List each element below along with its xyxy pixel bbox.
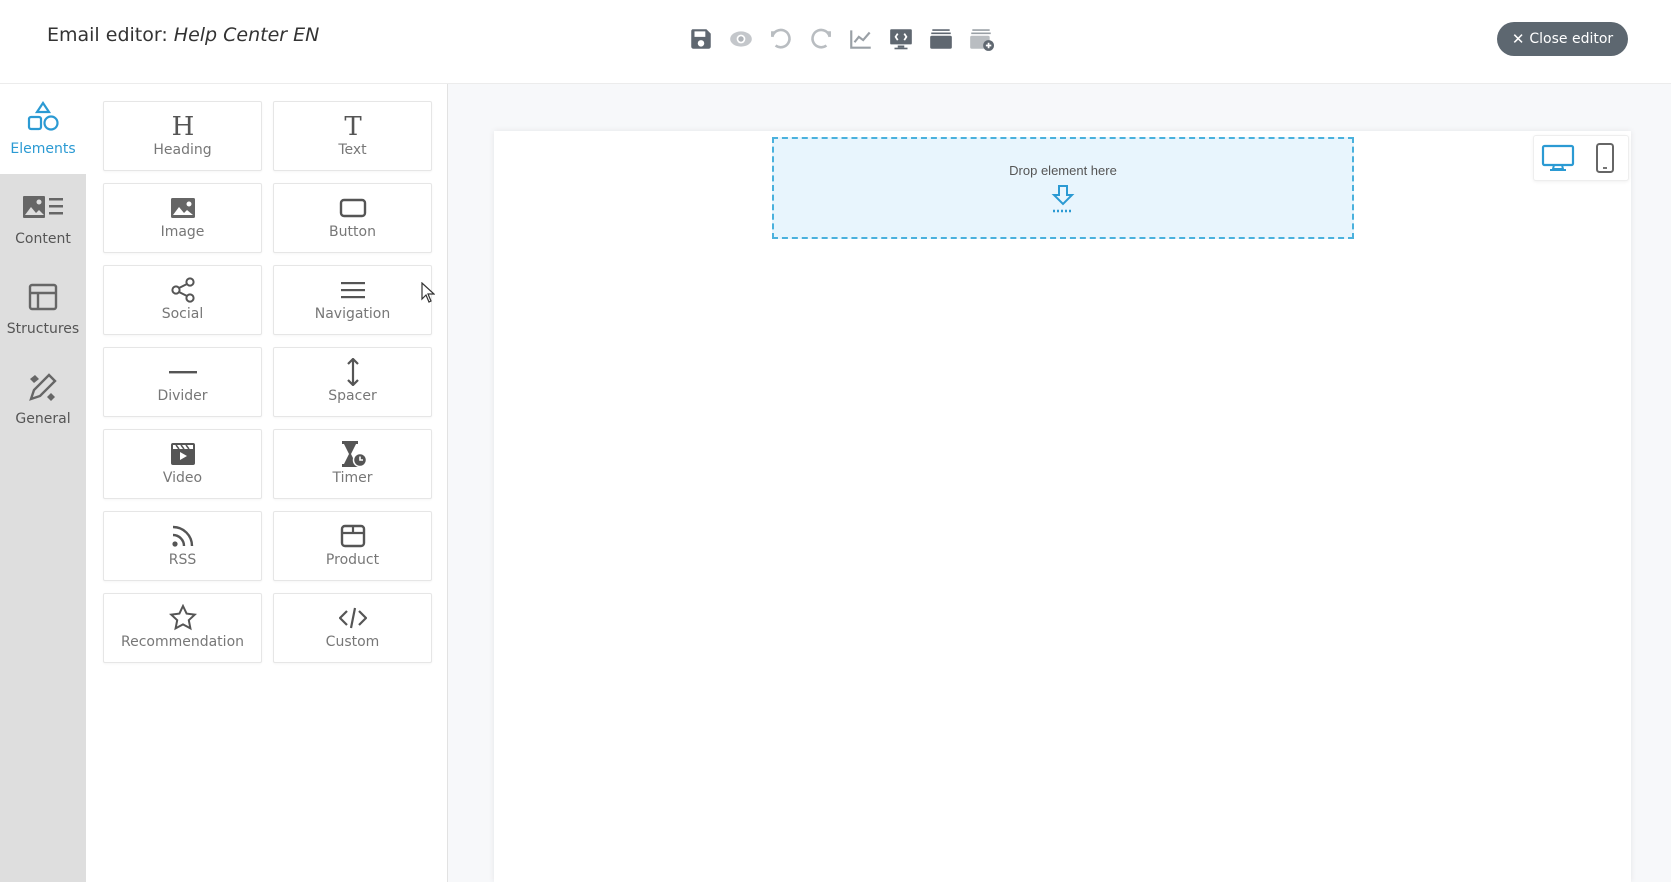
sidebar-item-label: Content [15, 231, 71, 247]
top-bar: Email editor: Help Center EN ✕ Close edi… [0, 0, 1671, 84]
tile-button[interactable]: Button [273, 183, 432, 253]
structures-icon [28, 283, 58, 311]
title-name: Help Center EN [173, 24, 320, 46]
tile-recommendation[interactable]: Recommendation [103, 593, 262, 663]
save-button[interactable] [681, 22, 721, 56]
page-title: Email editor: Help Center EN [47, 24, 319, 46]
tile-custom[interactable]: Custom [273, 593, 432, 663]
svg-text:T: T [344, 112, 362, 140]
tile-label: Spacer [328, 388, 377, 404]
button-icon [339, 198, 366, 218]
template-icon [930, 29, 952, 49]
undo-icon [771, 28, 791, 49]
tile-label: Heading [153, 142, 212, 158]
tile-label: Video [162, 470, 203, 486]
tile-label: Recommendation [120, 634, 245, 650]
tile-label: RSS [168, 552, 197, 568]
tile-video[interactable]: Video [103, 429, 262, 499]
tile-label: Button [329, 224, 376, 240]
drop-zone-label: Drop element here [1009, 163, 1117, 178]
device-switch [1533, 135, 1629, 181]
tile-label: Social [161, 306, 204, 322]
tile-label: Timer [332, 470, 373, 486]
product-icon [340, 524, 365, 548]
share-icon [170, 277, 195, 303]
redo-button[interactable] [801, 22, 841, 56]
tile-text[interactable]: T Text [273, 101, 432, 171]
sidebar-item-elements[interactable]: Elements [0, 84, 86, 174]
tile-label: Product [325, 552, 380, 568]
divider-icon [168, 371, 197, 374]
timer-icon [341, 441, 367, 468]
tile-rss[interactable]: RSS [103, 511, 262, 581]
content-icon [23, 196, 63, 218]
tile-label: Custom [325, 634, 380, 650]
mouse-cursor-icon [421, 282, 435, 303]
tile-divider[interactable]: Divider [103, 347, 262, 417]
general-icon [29, 373, 57, 401]
desktop-icon [1541, 144, 1574, 171]
tile-product[interactable]: Product [273, 511, 432, 581]
template-button[interactable] [921, 22, 961, 56]
toolbar [681, 22, 1001, 56]
tile-label: Divider [157, 388, 208, 404]
stats-icon [850, 30, 871, 49]
add-template-icon [970, 29, 994, 51]
text-icon: T [344, 112, 362, 140]
tile-navigation[interactable]: Navigation [273, 265, 432, 335]
close-icon: ✕ [1511, 30, 1525, 48]
tile-timer[interactable]: Timer [273, 429, 432, 499]
email-canvas [494, 131, 1631, 882]
mobile-view-button[interactable] [1581, 136, 1628, 180]
sidebar-item-structures[interactable]: Structures [0, 264, 86, 354]
code-view-button[interactable] [881, 22, 921, 56]
tile-spacer[interactable]: Spacer [273, 347, 432, 417]
star-icon [168, 604, 197, 631]
drop-zone[interactable]: Drop element here [772, 137, 1354, 239]
drop-arrow-icon [1051, 185, 1075, 213]
desktop-view-button[interactable] [1534, 136, 1581, 180]
heading-icon: H [171, 112, 194, 140]
sidebar-item-label: General [15, 411, 71, 427]
menu-icon [340, 282, 365, 299]
sidebar-item-label: Structures [6, 321, 80, 337]
tile-heading[interactable]: H Heading [103, 101, 262, 171]
stats-button[interactable] [841, 22, 881, 56]
image-icon [170, 198, 195, 218]
shapes-icon [27, 101, 59, 131]
preview-button[interactable] [721, 22, 761, 56]
add-template-button[interactable] [961, 22, 1001, 56]
elements-palette: H Heading T Text Image Button Social Nav… [86, 84, 448, 882]
sidebar-item-label: Elements [10, 141, 76, 157]
drop-zone-icon-wrap [1049, 178, 1077, 219]
svg-text:H: H [171, 112, 194, 140]
save-icon [691, 29, 711, 49]
spacer-icon [346, 358, 359, 386]
rss-icon [171, 525, 193, 547]
redo-icon [811, 28, 831, 49]
close-editor-button[interactable]: ✕ Close editor [1497, 22, 1628, 56]
undo-button[interactable] [761, 22, 801, 56]
sidebar-item-content[interactable]: Content [0, 174, 86, 264]
sidebar: Elements Content Structures General [0, 84, 86, 882]
sidebar-item-general[interactable]: General [0, 354, 86, 444]
mobile-icon [1595, 143, 1614, 173]
code-icon [338, 607, 367, 629]
tile-label: Navigation [314, 306, 391, 322]
close-editor-label: Close editor [1529, 31, 1614, 47]
tile-social[interactable]: Social [103, 265, 262, 335]
tile-label: Text [338, 142, 367, 158]
tile-image[interactable]: Image [103, 183, 262, 253]
title-prefix: Email editor: [47, 24, 174, 46]
video-icon [170, 443, 195, 465]
preview-icon [730, 31, 752, 47]
tile-label: Image [160, 224, 205, 240]
code-view-icon [890, 29, 912, 50]
